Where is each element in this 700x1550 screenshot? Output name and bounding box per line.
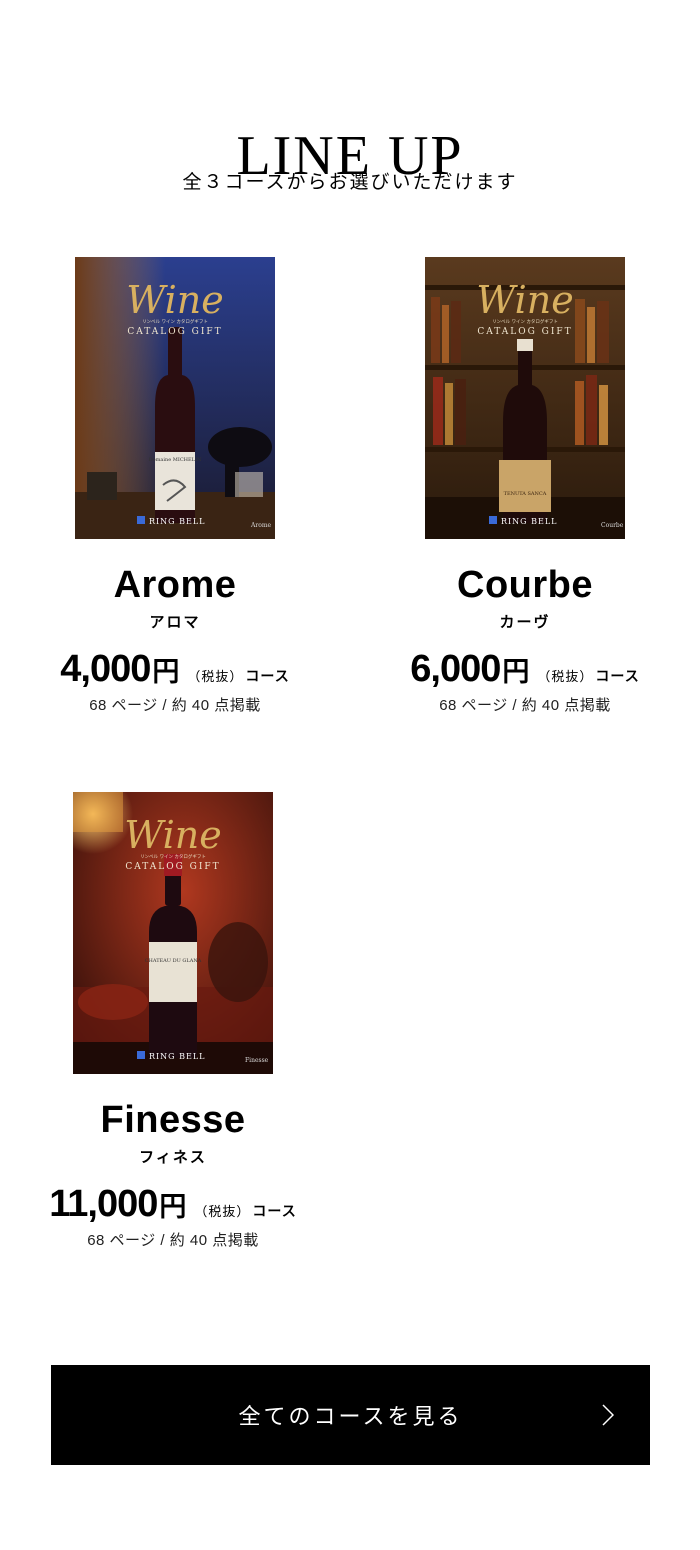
product-name-kana: カーヴ: [499, 614, 551, 631]
svg-text:CATALOG GIFT: CATALOG GIFT: [125, 862, 220, 872]
price-value: 11,000: [49, 1183, 158, 1225]
product-name: Finesse: [100, 1099, 246, 1141]
product-meta: 68 ページ / 約 40 点掲載: [439, 697, 611, 714]
svg-text:Arome: Arome: [250, 522, 272, 529]
price-tax-note: （税抜）: [537, 669, 594, 684]
svg-text:CATALOG GIFT: CATALOG GIFT: [127, 327, 222, 337]
price-currency: 円: [502, 657, 530, 687]
svg-text:RING BELL: RING BELL: [149, 517, 205, 526]
price-course-label: コース: [245, 668, 290, 684]
svg-text:CHATEAU DU GLANA: CHATEAU DU GLANA: [145, 958, 202, 964]
price-row: 4,000 円 （税抜） コース: [25, 647, 325, 691]
svg-text:リンベル ワイン カタログギフト: リンベル ワイン カタログギフト: [142, 318, 208, 325]
chevron-right-icon: [602, 1404, 614, 1426]
svg-text:Domaine MICHELIN: Domaine MICHELIN: [149, 457, 202, 463]
svg-text:Wine: Wine: [126, 278, 224, 322]
price-row: 6,000 円 （税抜） コース: [375, 647, 675, 691]
view-all-courses-button[interactable]: 全てのコースを見る: [51, 1365, 650, 1465]
price-value: 6,000: [410, 648, 501, 690]
svg-text:リンベル ワイン カタログギフト: リンベル ワイン カタログギフト: [492, 318, 558, 325]
product-name: Courbe: [457, 564, 593, 606]
svg-text:CATALOG GIFT: CATALOG GIFT: [477, 327, 572, 337]
lineup-section: LINE UP 全３コースからお選びいただけます Domaine MICHELI…: [0, 0, 700, 1550]
price-currency: 円: [152, 657, 180, 687]
svg-text:Courbe: Courbe: [601, 522, 624, 529]
price-course-label: コース: [595, 668, 640, 684]
svg-text:Wine: Wine: [124, 813, 222, 857]
section-subtitle: 全３コースからお選びいただけます: [182, 172, 518, 193]
product-card-finesse: CHATEAU DU GLANA Wine リンベル ワイン カタログギフト C…: [23, 792, 323, 1252]
price-value: 4,000: [60, 648, 151, 690]
view-all-courses-label: 全てのコースを見る: [238, 1404, 463, 1429]
catalog-cover-image[interactable]: Domaine MICHELIN Wine リンベル ワイン カタログギフト C…: [75, 257, 275, 539]
product-meta: 68 ページ / 約 40 点掲載: [87, 1232, 259, 1249]
product-card-arome: Domaine MICHELIN Wine リンベル ワイン カタログギフト C…: [25, 257, 325, 717]
svg-text:RING BELL: RING BELL: [501, 517, 557, 526]
catalog-cover-image[interactable]: CHATEAU DU GLANA Wine リンベル ワイン カタログギフト C…: [73, 792, 273, 1074]
price-course-label: コース: [252, 1203, 297, 1219]
product-name-kana: アロマ: [149, 614, 201, 631]
product-card-courbe: TENUTA SANCA Wine リンベル ワイン カタログギフト CATAL…: [375, 257, 675, 717]
svg-text:Wine: Wine: [476, 278, 574, 322]
product-name-kana: フィネス: [139, 1149, 207, 1166]
product-meta: 68 ページ / 約 40 点掲載: [89, 697, 261, 714]
price-currency: 円: [159, 1192, 187, 1222]
svg-text:RING BELL: RING BELL: [149, 1052, 205, 1061]
price-tax-note: （税抜）: [187, 669, 244, 684]
svg-text:リンベル ワイン カタログギフト: リンベル ワイン カタログギフト: [140, 853, 206, 860]
svg-text:Finesse: Finesse: [245, 1057, 269, 1064]
product-name: Arome: [113, 564, 237, 606]
svg-text:TENUTA SANCA: TENUTA SANCA: [504, 491, 547, 497]
catalog-cover-image[interactable]: TENUTA SANCA Wine リンベル ワイン カタログギフト CATAL…: [425, 257, 625, 539]
price-tax-note: （税抜）: [194, 1204, 251, 1219]
price-row: 11,000 円 （税抜） コース: [23, 1182, 323, 1226]
